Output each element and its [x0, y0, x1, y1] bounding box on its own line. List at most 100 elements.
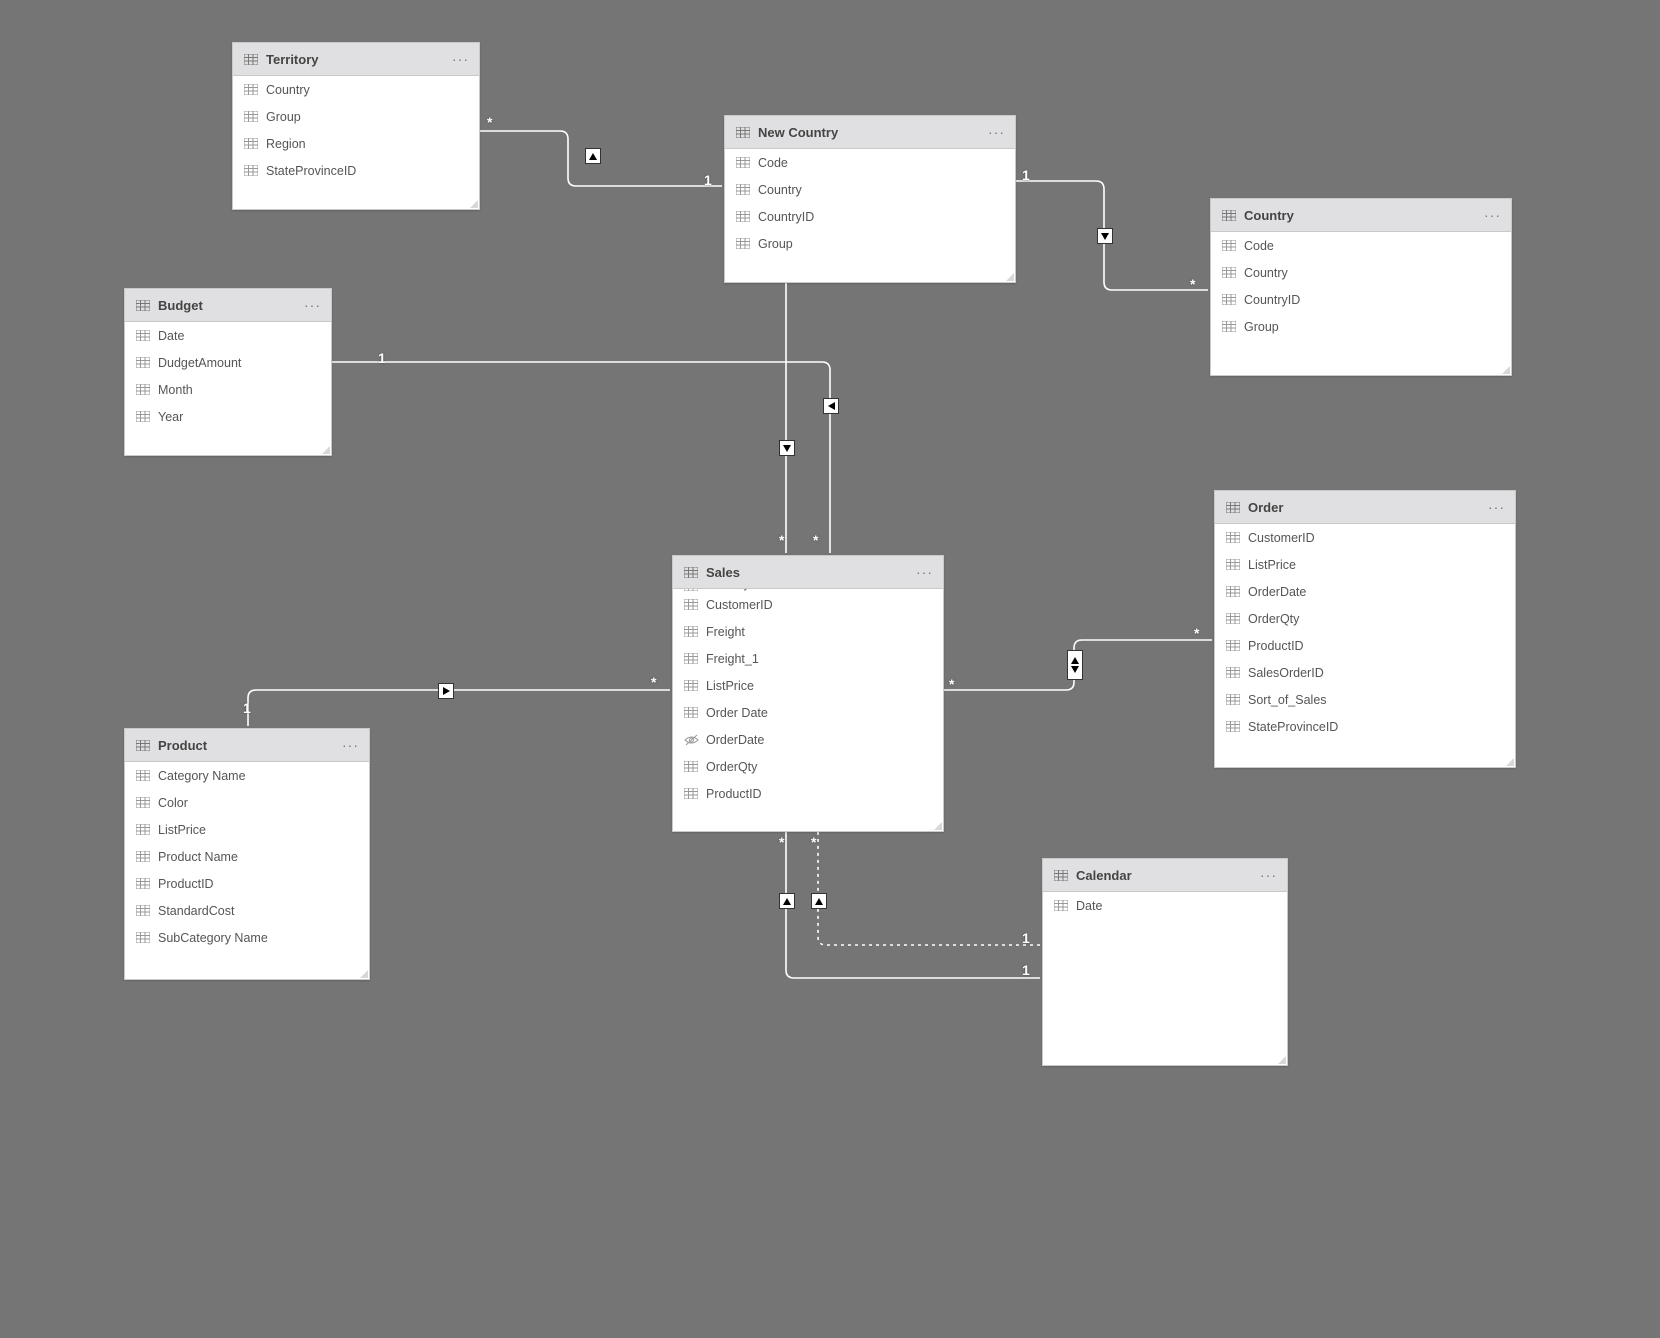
column-icon	[735, 211, 751, 223]
table-icon	[1225, 501, 1241, 513]
table-header[interactable]: Budget ···	[125, 289, 331, 322]
column-row[interactable]: ListPrice	[1215, 551, 1515, 578]
column-row[interactable]: Region	[233, 130, 479, 157]
table-more-icon[interactable]: ···	[340, 738, 361, 752]
table-new-country[interactable]: New Country ··· Code Country CountryID G…	[724, 115, 1016, 283]
column-icon	[243, 165, 259, 177]
column-row[interactable]: CountryID	[673, 589, 943, 591]
column-row[interactable]: Category Name	[125, 762, 369, 789]
column-row[interactable]: Date	[125, 322, 331, 349]
column-row[interactable]: Country	[233, 76, 479, 103]
column-row[interactable]: Freight	[673, 618, 943, 645]
table-icon	[135, 299, 151, 311]
table-title: Calendar	[1076, 868, 1258, 883]
model-canvas[interactable]: * 1 1 * 1 * * 1 1 * * * * * 1 1 Territor…	[0, 0, 1660, 1338]
table-product[interactable]: Product ··· Category Name Color ListPric…	[124, 728, 370, 980]
column-row[interactable]: Group	[1211, 313, 1511, 340]
column-icon	[1221, 321, 1237, 333]
column-row[interactable]: ProductID	[1215, 632, 1515, 659]
table-columns: Date DudgetAmount Month Year	[125, 322, 331, 455]
table-more-icon[interactable]: ···	[1258, 868, 1279, 882]
column-row[interactable]: CountryID	[725, 203, 1015, 230]
table-budget[interactable]: Budget ··· Date DudgetAmount Month Year	[124, 288, 332, 456]
table-icon	[135, 739, 151, 751]
table-more-icon[interactable]: ···	[302, 298, 323, 312]
column-icon	[243, 84, 259, 96]
table-header[interactable]: New Country ···	[725, 116, 1015, 149]
hidden-column-icon	[683, 734, 699, 746]
column-row[interactable]: SubCategory Name	[125, 924, 369, 951]
column-row[interactable]: Country	[1211, 259, 1511, 286]
column-row[interactable]: Year	[125, 403, 331, 430]
column-row[interactable]: ListPrice	[125, 816, 369, 843]
column-icon	[683, 680, 699, 692]
table-header[interactable]: Product ···	[125, 729, 369, 762]
column-row[interactable]: ListPrice	[673, 672, 943, 699]
column-row[interactable]: Date	[1043, 892, 1287, 919]
column-icon	[735, 238, 751, 250]
table-icon	[243, 53, 259, 65]
table-icon	[1053, 869, 1069, 881]
column-row[interactable]: StateProvinceID	[233, 157, 479, 184]
cardinality-label: *	[1194, 625, 1199, 641]
cardinality-label: *	[487, 114, 492, 130]
table-columns[interactable]: CountryID CustomerID Freight Freight_1 L…	[673, 589, 943, 831]
column-row[interactable]: Order Date	[673, 699, 943, 726]
table-header[interactable]: Calendar ···	[1043, 859, 1287, 892]
table-title: New Country	[758, 125, 986, 140]
column-row[interactable]: ProductID	[125, 870, 369, 897]
cardinality-label: *	[813, 532, 818, 548]
column-row[interactable]: StandardCost	[125, 897, 369, 924]
table-header[interactable]: Order ···	[1215, 491, 1515, 524]
table-icon	[683, 566, 699, 578]
column-row[interactable]: Month	[125, 376, 331, 403]
column-row[interactable]: Group	[233, 103, 479, 130]
column-icon	[1053, 900, 1069, 912]
column-icon	[135, 797, 151, 809]
column-row[interactable]: Group	[725, 230, 1015, 257]
table-header[interactable]: Territory ···	[233, 43, 479, 76]
column-icon	[1225, 559, 1241, 571]
table-more-icon[interactable]: ···	[1486, 500, 1507, 514]
cardinality-label: 1	[1022, 930, 1030, 946]
column-row[interactable]: CustomerID	[1215, 524, 1515, 551]
column-row[interactable]: Code	[1211, 232, 1511, 259]
table-territory[interactable]: Territory ··· Country Group Region State…	[232, 42, 480, 210]
column-row[interactable]: OrderQty	[673, 753, 943, 780]
table-order[interactable]: Order ··· CustomerID ListPrice OrderDate…	[1214, 490, 1516, 768]
column-row[interactable]: Color	[125, 789, 369, 816]
table-more-icon[interactable]: ···	[986, 125, 1007, 139]
table-more-icon[interactable]: ···	[1482, 208, 1503, 222]
column-row[interactable]: DudgetAmount	[125, 349, 331, 376]
column-row[interactable]: Product Name	[125, 843, 369, 870]
column-row[interactable]: OrderQty	[1215, 605, 1515, 632]
table-header[interactable]: Country ···	[1211, 199, 1511, 232]
column-row[interactable]: Code	[725, 149, 1015, 176]
column-row[interactable]: OrderDate	[1215, 578, 1515, 605]
table-more-icon[interactable]: ···	[914, 565, 935, 579]
column-icon	[735, 157, 751, 169]
table-header[interactable]: Sales ···	[673, 556, 943, 589]
column-row[interactable]: Country	[725, 176, 1015, 203]
column-row[interactable]: SalesOrderID	[1215, 659, 1515, 686]
column-row[interactable]: CountryID	[1211, 286, 1511, 313]
column-row[interactable]: CustomerID	[673, 591, 943, 618]
column-row[interactable]: ProductID	[673, 780, 943, 807]
column-row[interactable]: OrderDate	[673, 726, 943, 753]
column-icon	[135, 851, 151, 863]
table-title: Country	[1244, 208, 1482, 223]
column-icon	[135, 330, 151, 342]
table-sales[interactable]: Sales ··· CountryID CustomerID Freight F…	[672, 555, 944, 832]
column-icon	[243, 111, 259, 123]
column-row[interactable]: Freight_1	[673, 645, 943, 672]
table-country[interactable]: Country ··· Code Country CountryID Group	[1210, 198, 1512, 376]
table-calendar[interactable]: Calendar ··· Date	[1042, 858, 1288, 1066]
column-icon	[243, 138, 259, 150]
column-icon	[135, 384, 151, 396]
column-icon	[683, 707, 699, 719]
column-row[interactable]: Sort_of_Sales	[1215, 686, 1515, 713]
column-row[interactable]: StateProvinceID	[1215, 713, 1515, 740]
table-more-icon[interactable]: ···	[450, 52, 471, 66]
table-columns: Code Country CountryID Group	[1211, 232, 1511, 375]
table-title: Territory	[266, 52, 450, 67]
